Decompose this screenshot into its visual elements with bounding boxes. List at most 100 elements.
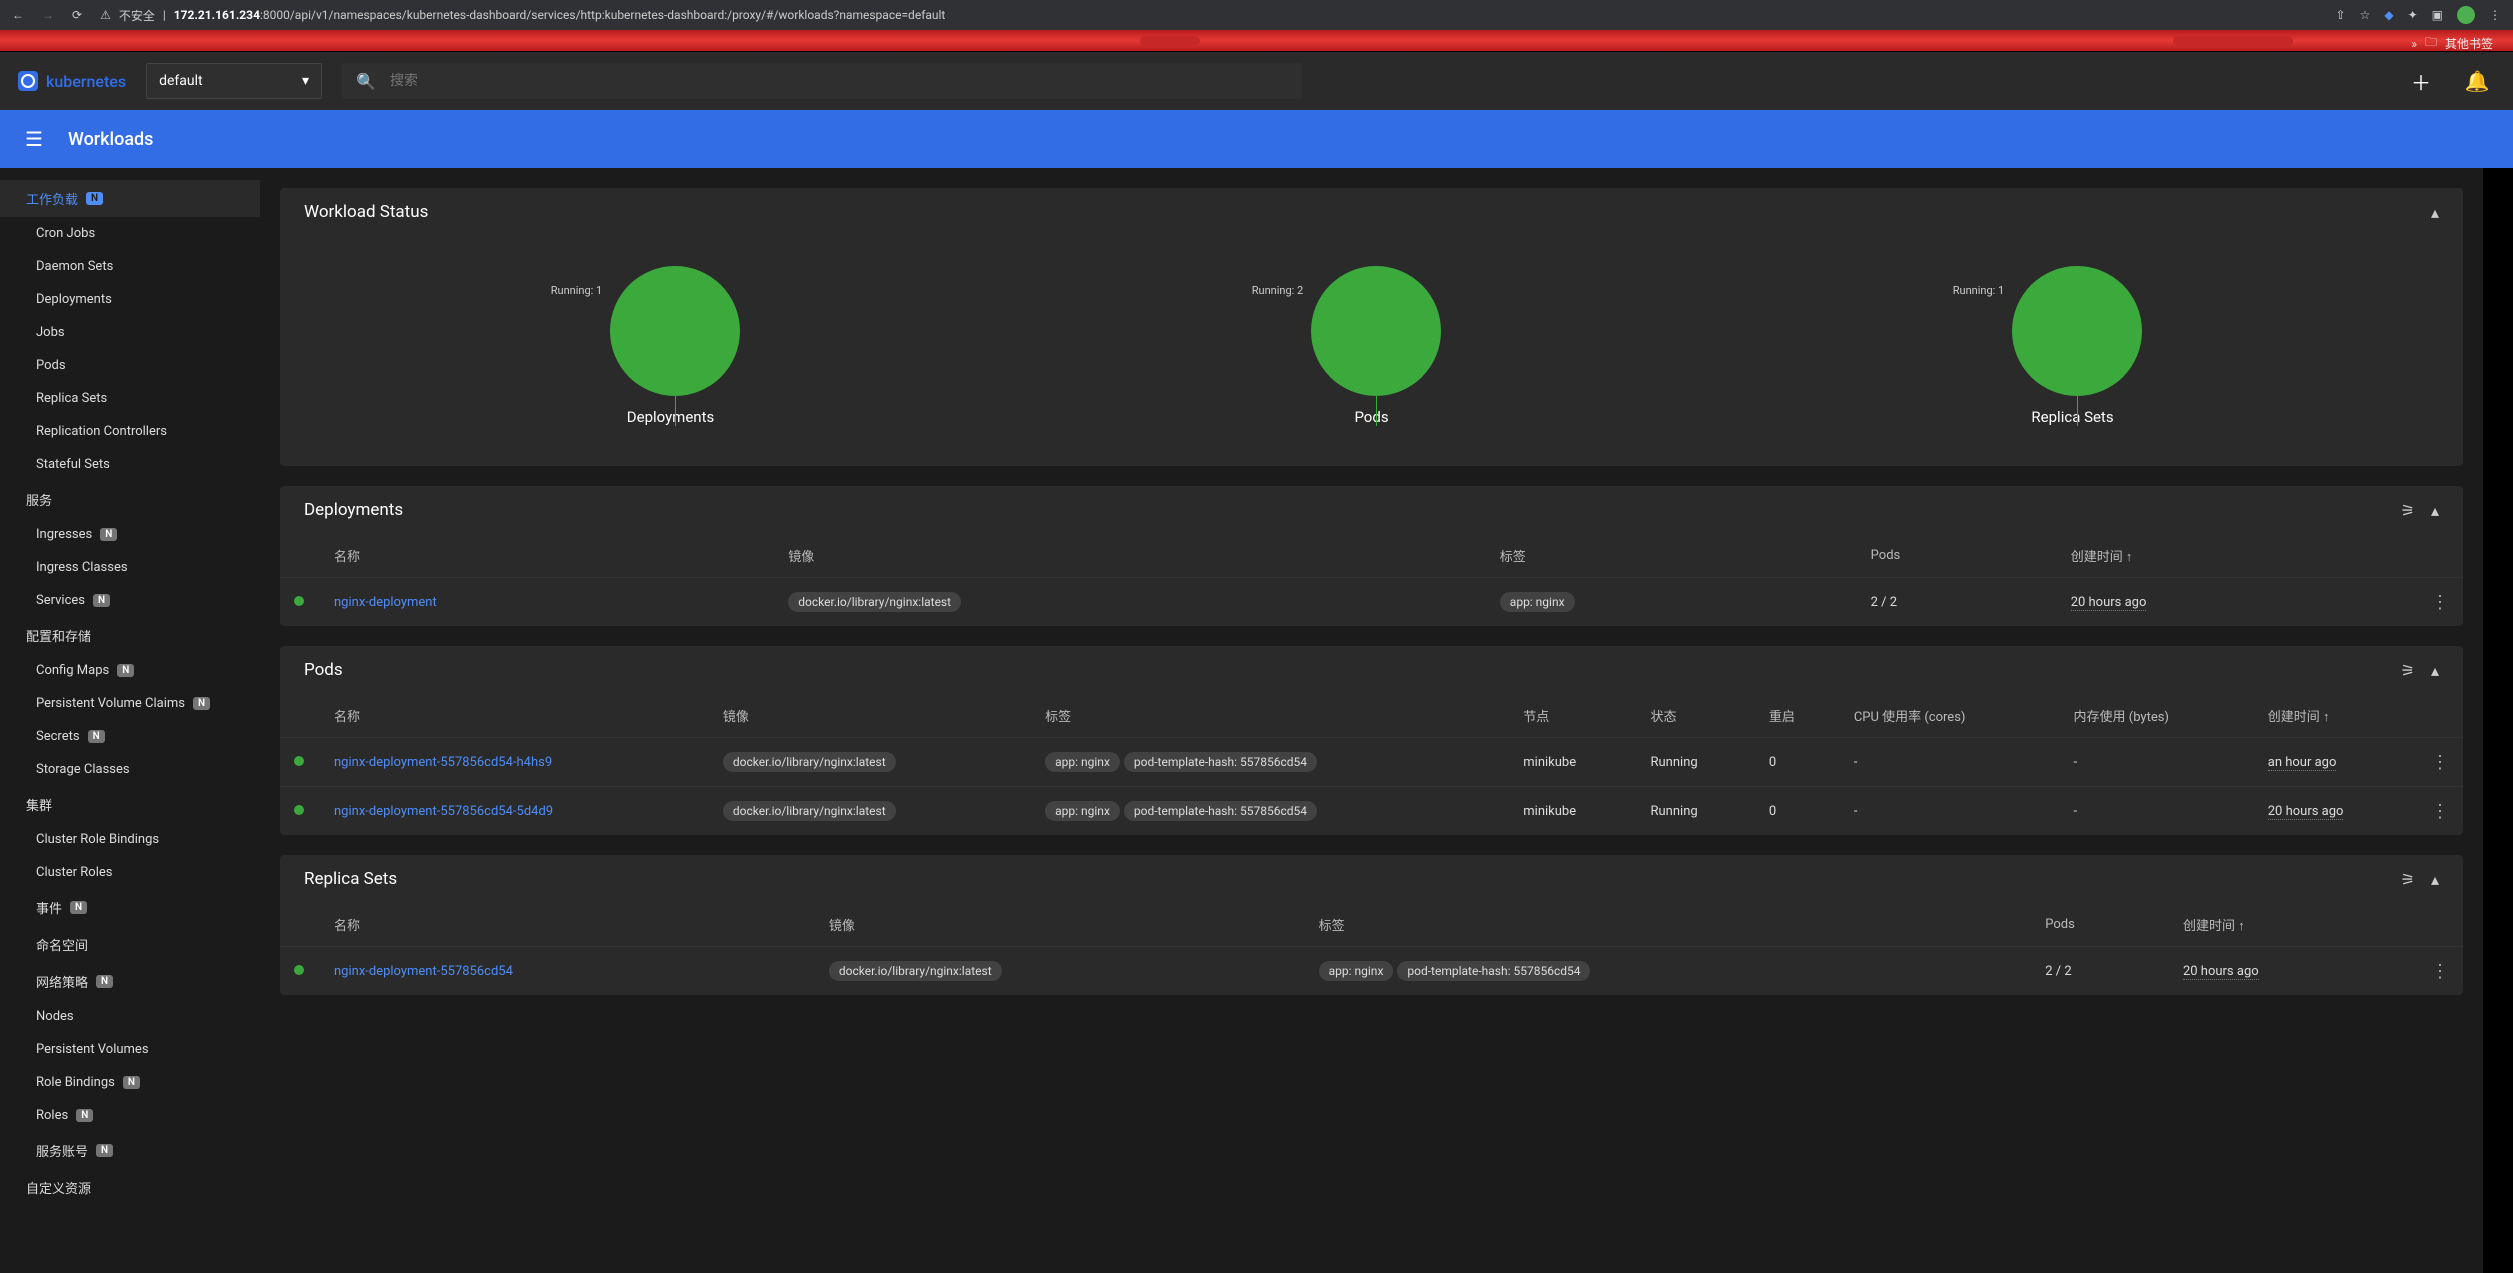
sidebar-item[interactable]: 命名空间 bbox=[0, 926, 260, 963]
sidebar-item[interactable]: Cron Jobs bbox=[0, 217, 260, 250]
sidebar-item[interactable]: 服务账号N bbox=[0, 1132, 260, 1169]
card-title: Deployments bbox=[304, 500, 403, 520]
column-header[interactable]: 镜像 bbox=[815, 903, 1305, 947]
sidebar-item[interactable]: Storage Classes bbox=[0, 753, 260, 786]
sidebar-item[interactable]: Persistent Volume ClaimsN bbox=[0, 687, 260, 720]
search-box[interactable]: 🔍 bbox=[342, 63, 1302, 99]
sidebar-item[interactable]: Replication Controllers bbox=[0, 415, 260, 448]
window-icon[interactable]: ▣ bbox=[2432, 8, 2443, 22]
sidebar-item[interactable]: Role BindingsN bbox=[0, 1066, 260, 1099]
card-title: Replica Sets bbox=[304, 869, 397, 889]
row-menu-icon[interactable]: ⋮ bbox=[2431, 592, 2449, 613]
search-input[interactable] bbox=[390, 73, 1288, 89]
namespace-select[interactable]: default ▾ bbox=[146, 63, 322, 99]
row-menu-icon[interactable]: ⋮ bbox=[2431, 752, 2449, 773]
column-header[interactable]: 重启 bbox=[1755, 694, 1840, 738]
sidebar-section[interactable]: 配置和存储 bbox=[0, 617, 260, 654]
create-button[interactable]: ＋ bbox=[2403, 63, 2439, 99]
column-header[interactable]: 内存使用 (bytes) bbox=[2060, 694, 2254, 738]
resource-link[interactable]: nginx-deployment bbox=[334, 595, 437, 610]
bookmarks-bar: » 🗀 其他书签 bbox=[0, 30, 2513, 52]
column-header[interactable]: 标签 bbox=[1031, 694, 1509, 738]
menu-icon[interactable]: ⋮ bbox=[2489, 8, 2501, 22]
collapse-icon[interactable]: ▴ bbox=[2431, 203, 2439, 222]
column-header[interactable]: 标签 bbox=[1486, 534, 1857, 578]
sidebar-item[interactable]: IngressesN bbox=[0, 518, 260, 551]
overflow-chevron[interactable]: » bbox=[2411, 37, 2417, 51]
collapse-icon[interactable]: ▴ bbox=[2431, 501, 2439, 520]
kubernetes-icon bbox=[18, 71, 38, 91]
column-header[interactable]: 节点 bbox=[1509, 694, 1636, 738]
filter-icon[interactable]: ⚞ bbox=[2401, 501, 2415, 520]
extension-icon[interactable]: ◆ bbox=[2384, 8, 2393, 22]
sidebar-item[interactable]: RolesN bbox=[0, 1099, 260, 1132]
column-header[interactable]: Pods bbox=[2031, 903, 2169, 947]
sidebar-item[interactable]: Deployments bbox=[0, 283, 260, 316]
sidebar-item[interactable]: Ingress Classes bbox=[0, 551, 260, 584]
sidebar-item[interactable]: SecretsN bbox=[0, 720, 260, 753]
sidebar-item[interactable]: Persistent Volumes bbox=[0, 1033, 260, 1066]
forward-icon[interactable]: → bbox=[42, 8, 54, 22]
sidebar-item[interactable]: Cluster Roles bbox=[0, 856, 260, 889]
row-menu-icon[interactable]: ⋮ bbox=[2431, 961, 2449, 982]
sidebar-item[interactable]: Config MapsN bbox=[0, 654, 260, 687]
sidebar-item[interactable]: Stateful Sets bbox=[0, 448, 260, 481]
notifications-button[interactable]: 🔔 bbox=[2459, 63, 2495, 99]
status-dot-icon bbox=[294, 756, 304, 766]
sidebar-item[interactable]: Cluster Role Bindings bbox=[0, 823, 260, 856]
sidebar-item[interactable]: Pods bbox=[0, 349, 260, 382]
brand-logo[interactable]: kubernetes bbox=[18, 71, 126, 91]
pie-chart bbox=[2012, 266, 2142, 396]
column-header[interactable]: 状态 bbox=[1637, 694, 1755, 738]
pie-chart bbox=[610, 266, 740, 396]
browser-toolbar: ← → ⟳ ⚠ 不安全 | 172.21.161.234:8000/api/v1… bbox=[0, 0, 2513, 30]
sidebar-item[interactable]: 网络策略N bbox=[0, 963, 260, 1000]
column-header[interactable]: 名称 bbox=[320, 694, 709, 738]
puzzle-icon[interactable]: ✦ bbox=[2408, 8, 2418, 22]
status-dot-icon bbox=[294, 965, 304, 975]
hamburger-icon[interactable]: ☰ bbox=[16, 121, 52, 157]
back-icon[interactable]: ← bbox=[12, 8, 24, 22]
sidebar-item[interactable]: Replica Sets bbox=[0, 382, 260, 415]
sidebar-section[interactable]: 工作负载N bbox=[0, 180, 260, 217]
reload-icon[interactable]: ⟳ bbox=[72, 8, 82, 22]
sidebar-item[interactable]: Jobs bbox=[0, 316, 260, 349]
sidebar-section[interactable]: 自定义资源 bbox=[0, 1169, 260, 1206]
filter-icon[interactable]: ⚞ bbox=[2401, 870, 2415, 889]
label-chip: pod-template-hash: 557856cd54 bbox=[1124, 801, 1317, 821]
column-header[interactable]: 创建时间 ↑ bbox=[2057, 534, 2417, 578]
column-header[interactable]: 创建时间 ↑ bbox=[2169, 903, 2417, 947]
column-header[interactable]: Pods bbox=[1857, 534, 2057, 578]
sidebar-section[interactable]: 服务 bbox=[0, 481, 260, 518]
page-header: ☰ Workloads bbox=[0, 110, 2513, 168]
sidebar-item[interactable]: Nodes bbox=[0, 1000, 260, 1033]
address-bar[interactable]: ⚠ 不安全 | 172.21.161.234:8000/api/v1/names… bbox=[100, 7, 2317, 24]
collapse-icon[interactable]: ▴ bbox=[2431, 870, 2439, 889]
resource-link[interactable]: nginx-deployment-557856cd54-h4hs9 bbox=[334, 755, 552, 770]
collapse-icon[interactable]: ▴ bbox=[2431, 661, 2439, 680]
chevron-down-icon: ▾ bbox=[302, 73, 309, 89]
other-bookmarks[interactable]: 其他书签 bbox=[2445, 35, 2493, 52]
sidebar-section[interactable]: 集群 bbox=[0, 786, 260, 823]
search-icon: 🔍 bbox=[356, 72, 376, 91]
resource-link[interactable]: nginx-deployment-557856cd54-5d4d9 bbox=[334, 804, 553, 819]
column-header[interactable]: 镜像 bbox=[774, 534, 1486, 578]
column-header[interactable]: 创建时间 ↑ bbox=[2254, 694, 2417, 738]
sidebar-item[interactable]: 事件N bbox=[0, 889, 260, 926]
filter-icon[interactable]: ⚞ bbox=[2401, 661, 2415, 680]
install-icon[interactable]: ⇧ bbox=[2336, 8, 2346, 22]
sidebar-item[interactable]: Daemon Sets bbox=[0, 250, 260, 283]
label-chip: docker.io/library/nginx:latest bbox=[829, 961, 1002, 981]
column-header[interactable]: 名称 bbox=[320, 534, 774, 578]
column-header[interactable]: 标签 bbox=[1305, 903, 2032, 947]
column-header[interactable]: 镜像 bbox=[709, 694, 1031, 738]
profile-avatar[interactable] bbox=[2457, 6, 2475, 24]
star-icon[interactable]: ☆ bbox=[2360, 8, 2371, 22]
column-header[interactable]: CPU 使用率 (cores) bbox=[1840, 694, 2060, 738]
column-header[interactable]: 名称 bbox=[320, 903, 815, 947]
timestamp: an hour ago bbox=[2268, 755, 2337, 771]
sidebar-item[interactable]: ServicesN bbox=[0, 584, 260, 617]
status-dot-icon bbox=[294, 805, 304, 815]
row-menu-icon[interactable]: ⋮ bbox=[2431, 801, 2449, 822]
resource-link[interactable]: nginx-deployment-557856cd54 bbox=[334, 964, 513, 979]
